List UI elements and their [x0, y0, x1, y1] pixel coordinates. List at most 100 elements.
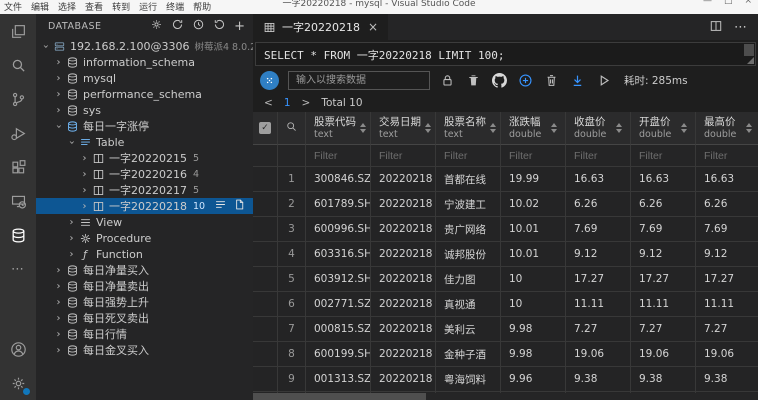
sort-arrows-icon[interactable]: [547, 123, 557, 133]
clear-icon[interactable]: [465, 72, 482, 89]
table-row[interactable]: 5603912.SH20220218佳力图1017.2717.2717.27: [253, 267, 758, 292]
table-row[interactable]: 1300846.SZ20220218首都在线19.9916.6316.6316.…: [253, 167, 758, 192]
horizontal-scrollbar-thumb[interactable]: [253, 393, 426, 400]
sql-input[interactable]: SELECT * FROM 一字20220218 LIMIT 100;: [256, 43, 755, 65]
tree-item[interactable]: ›每日行情: [36, 326, 253, 342]
chevron-icon[interactable]: ›: [53, 121, 64, 132]
tree-item[interactable]: ›sys: [36, 102, 253, 118]
menu-item[interactable]: 查看: [85, 0, 103, 13]
chevron-icon[interactable]: ›: [53, 313, 64, 324]
sort-arrows-icon[interactable]: [612, 123, 622, 133]
chevron-icon[interactable]: ›: [66, 233, 77, 244]
next-page-button[interactable]: >: [302, 97, 311, 109]
menu-item[interactable]: 编辑: [31, 0, 49, 13]
editor-more-actions-icon[interactable]: ⋯: [734, 20, 747, 35]
menu-item[interactable]: 选择: [58, 0, 76, 13]
window-control-icon[interactable]: □: [724, 0, 733, 6]
lock-icon[interactable]: [439, 72, 456, 89]
horizontal-scrollbar[interactable]: [253, 393, 758, 400]
table-row[interactable]: 4603316.SH20220218诚邦股份10.019.129.129.12: [253, 242, 758, 267]
table-row[interactable]: 3600996.SH20220218贵广网络10.017.697.697.69: [253, 217, 758, 242]
chevron-icon[interactable]: ›: [53, 281, 64, 292]
menu-item[interactable]: 终端: [166, 0, 184, 13]
export-round-button[interactable]: [260, 71, 279, 90]
tree-item[interactable]: ›每日金叉买入: [36, 342, 253, 358]
chevron-icon[interactable]: ›: [66, 217, 77, 228]
filter-input[interactable]: [314, 150, 362, 162]
tree-item[interactable]: ›每日一字涨停: [36, 118, 253, 134]
db-history-icon[interactable]: [192, 18, 205, 34]
chevron-icon[interactable]: ›: [40, 41, 51, 52]
chevron-icon[interactable]: ›: [53, 105, 64, 116]
menu-item[interactable]: 转到: [112, 0, 130, 13]
tree-item[interactable]: ›Procedure: [36, 230, 253, 246]
remote-explorer-icon[interactable]: [0, 184, 36, 218]
tree-item[interactable]: ›每日净量买入: [36, 262, 253, 278]
extensions-icon[interactable]: [0, 150, 36, 184]
tree-item[interactable]: ›每日死叉卖出: [36, 310, 253, 326]
chevron-icon[interactable]: ›: [66, 249, 77, 260]
window-control-icon[interactable]: ×: [744, 0, 752, 6]
sort-arrows-icon[interactable]: [486, 123, 496, 133]
current-page[interactable]: 1: [284, 97, 291, 109]
column-header[interactable]: 收盘价double: [566, 112, 631, 145]
github-icon[interactable]: [491, 72, 508, 89]
column-header[interactable]: 交易日期text: [371, 112, 436, 145]
search-icon[interactable]: [0, 48, 36, 82]
db-add-icon[interactable]: +: [234, 20, 245, 33]
filter-input[interactable]: [509, 150, 557, 162]
chevron-icon[interactable]: ›: [53, 265, 64, 276]
more-views-icon[interactable]: ⋯: [0, 252, 36, 286]
filter-input[interactable]: [639, 150, 687, 162]
window-control-icon[interactable]: —: [703, 0, 712, 6]
prev-page-button[interactable]: <: [264, 97, 273, 109]
tree-item[interactable]: ›一字202202175: [36, 182, 253, 198]
chevron-icon[interactable]: ›: [53, 89, 64, 100]
database-icon[interactable]: [0, 218, 36, 252]
column-header[interactable]: 开盘价double: [631, 112, 696, 145]
tree-item[interactable]: ›192.168.2.100@3306树莓派4 8.0.28: [36, 38, 253, 54]
db-sync-icon[interactable]: [171, 18, 184, 34]
tree-item[interactable]: ›performance_schema: [36, 86, 253, 102]
sort-arrows-icon[interactable]: [742, 123, 752, 133]
open-list-icon[interactable]: [214, 198, 227, 214]
table-row[interactable]: 2601789.SH20220218宁波建工10.026.266.266.26: [253, 192, 758, 217]
new-file-icon[interactable]: [233, 198, 246, 214]
column-header[interactable]: 最高价double: [696, 112, 758, 145]
chevron-icon[interactable]: ›: [66, 137, 77, 148]
filter-input[interactable]: [379, 150, 427, 162]
tree-item[interactable]: ›Table: [36, 134, 253, 150]
db-settings-icon[interactable]: [150, 18, 163, 34]
run-debug-icon[interactable]: [0, 116, 36, 150]
tree-item[interactable]: ›每日净量卖出: [36, 278, 253, 294]
add-row-icon[interactable]: [517, 72, 534, 89]
account-icon[interactable]: [0, 332, 36, 366]
chevron-icon[interactable]: ›: [53, 345, 64, 356]
chevron-icon[interactable]: ›: [53, 73, 64, 84]
sort-arrows-icon[interactable]: [677, 123, 687, 133]
menu-item[interactable]: 帮助: [193, 0, 211, 13]
sort-arrows-icon[interactable]: [421, 123, 431, 133]
column-search-icon[interactable]: [285, 120, 298, 136]
column-header[interactable]: 股票名称text: [436, 112, 501, 145]
tree-item[interactable]: ›一字202202155: [36, 150, 253, 166]
explorer-icon[interactable]: [0, 14, 36, 48]
table-row[interactable]: 7000815.SZ20220218美利云9.987.277.277.27: [253, 317, 758, 342]
table-row[interactable]: 6002771.SZ20220218真视通1011.1111.1111.11: [253, 292, 758, 317]
source-control-icon[interactable]: [0, 82, 36, 116]
db-refresh-icon[interactable]: [213, 18, 226, 34]
tree-item[interactable]: ›每日强势上升: [36, 294, 253, 310]
table-row[interactable]: 8600199.SH20220218金种子酒9.9819.0619.0619.0…: [253, 342, 758, 367]
tab-result-table[interactable]: 一字20220218 ×: [253, 14, 388, 40]
filter-input[interactable]: [444, 150, 492, 162]
menu-item[interactable]: 文件: [4, 0, 22, 13]
menu-item[interactable]: 运行: [139, 0, 157, 13]
chevron-icon[interactable]: ›: [79, 169, 90, 180]
filter-input[interactable]: [704, 150, 752, 162]
tree-item[interactable]: ›mysql: [36, 70, 253, 86]
chevron-icon[interactable]: ›: [79, 185, 90, 196]
chevron-icon[interactable]: ›: [53, 57, 64, 68]
column-header[interactable]: 涨跌幅double: [501, 112, 566, 145]
tab-close-icon[interactable]: ×: [368, 20, 378, 34]
select-all-checkbox[interactable]: ✓: [259, 122, 271, 134]
